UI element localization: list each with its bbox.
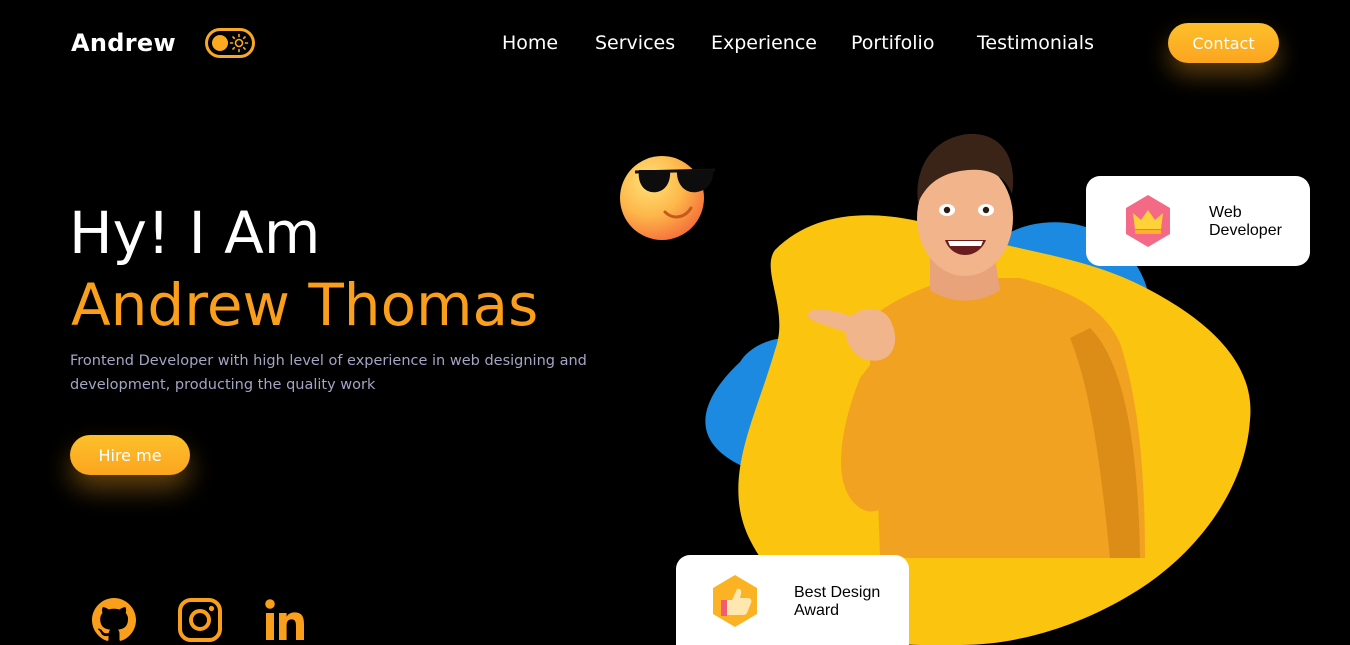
nav-portfolio[interactable]: Portifolio [851, 32, 977, 54]
nav-testimonials[interactable]: Testimonials [977, 32, 1094, 54]
hero-name: Andrew Thomas [71, 271, 539, 339]
card-award-line1: Best Design [794, 584, 881, 601]
card-web-line2: Developer [1209, 222, 1282, 239]
main-nav: Home Services Experience Portifolio Test… [502, 32, 1094, 54]
hero-description: Frontend Developer with high level of ex… [70, 353, 587, 393]
github-icon[interactable] [90, 596, 138, 644]
nav-home[interactable]: Home [502, 32, 595, 54]
toggle-knob [212, 35, 228, 51]
best-design-award-card: Best Design Award [676, 555, 909, 645]
logo[interactable]: Andrew [71, 29, 176, 57]
crown-icon [1126, 195, 1170, 247]
thumbs-up-icon [713, 575, 757, 627]
nav-services[interactable]: Services [595, 32, 711, 54]
card-web-line1: Web [1209, 204, 1242, 221]
contact-button[interactable]: Contact [1168, 23, 1279, 63]
sunglasses-emoji-icon [620, 156, 716, 240]
instagram-icon[interactable] [176, 596, 224, 644]
hero-greeting: Hy! I Am [69, 199, 321, 267]
web-developer-card: Web Developer [1086, 176, 1310, 266]
nav-experience[interactable]: Experience [711, 32, 851, 54]
theme-toggle[interactable] [205, 28, 255, 58]
sun-icon [229, 33, 249, 53]
linkedin-icon[interactable] [262, 596, 310, 644]
card-award-line2: Award [794, 602, 840, 619]
hire-me-button[interactable]: Hire me [70, 435, 190, 475]
